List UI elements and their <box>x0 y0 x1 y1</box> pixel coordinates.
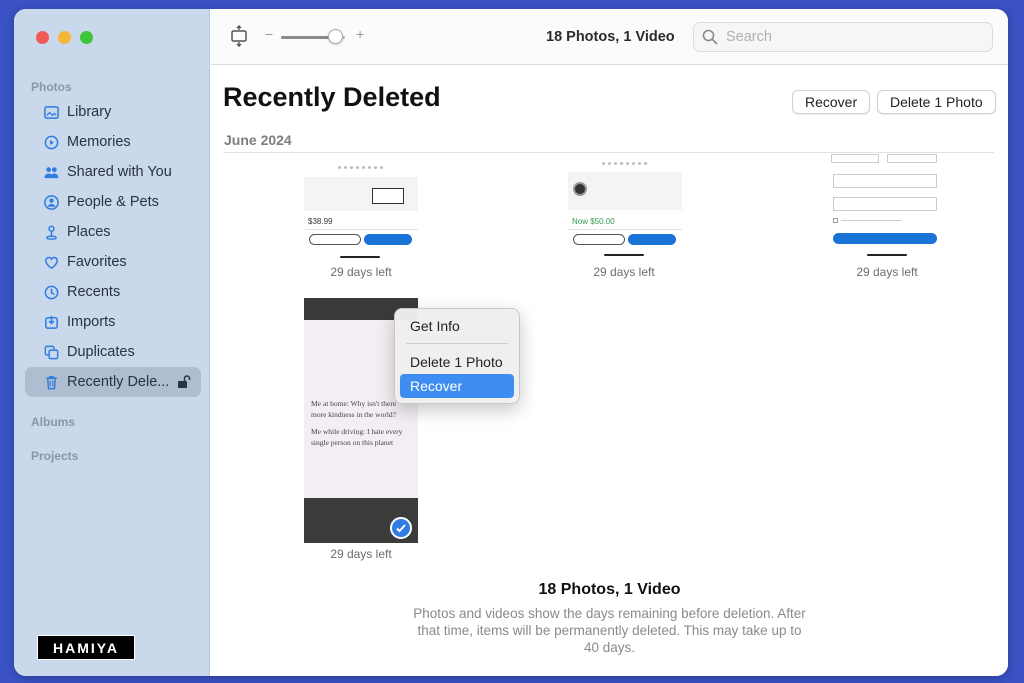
form-field <box>833 174 937 188</box>
duplicates-icon <box>42 343 60 361</box>
search-input[interactable] <box>726 29 966 45</box>
section-date: June 2024 <box>224 132 292 148</box>
add-to-cart-mini-button <box>364 234 412 245</box>
form-field <box>887 154 937 163</box>
menu-item-get-info[interactable]: Get Info <box>400 314 514 338</box>
menu-item-recover[interactable]: Recover <box>400 374 514 398</box>
days-left-caption: 29 days left <box>330 547 392 561</box>
buy-now-mini-button <box>573 234 625 245</box>
section-albums-label[interactable]: Albums <box>31 415 75 429</box>
recover-button[interactable]: Recover <box>792 90 871 114</box>
places-icon <box>42 223 60 241</box>
sidebar-item-label: Imports <box>67 314 116 330</box>
sidebar-item-label: Shared with You <box>67 164 172 180</box>
zoom-slider-fill <box>281 36 336 39</box>
sidebar-item-label: Library <box>67 104 112 120</box>
separator <box>568 229 682 230</box>
search-field[interactable] <box>693 22 993 52</box>
memories-icon <box>42 133 60 151</box>
sidebar-item-recents[interactable]: Recents <box>25 277 201 307</box>
sidebar-item-memories[interactable]: Memories <box>25 127 201 157</box>
size-option <box>372 188 404 204</box>
window-controls <box>36 31 93 44</box>
sidebar-item-label: Recently Dele... <box>67 374 170 390</box>
import-icon <box>42 313 60 331</box>
sidebar-item-label: Places <box>67 224 111 240</box>
sidebar-item-places[interactable]: Places <box>25 217 201 247</box>
footer-count: 18 Photos, 1 Video <box>538 581 681 598</box>
clock-icon <box>42 283 60 301</box>
sidebar-item-imports[interactable]: Imports <box>25 307 201 337</box>
heart-icon <box>42 253 60 271</box>
footer-description: Photos and videos show the days remainin… <box>413 606 806 655</box>
save-mini-button <box>833 233 937 244</box>
section-photos-label: Photos <box>31 80 72 94</box>
delete-photo-button[interactable]: Delete 1 Photo <box>877 90 996 114</box>
context-menu: Get Info Delete 1 Photo Recover <box>394 308 520 404</box>
minimize-button[interactable] <box>58 31 71 44</box>
home-indicator <box>604 254 644 256</box>
item-count: 18 Photos, 1 Video <box>546 29 675 45</box>
shared-icon <box>42 163 60 181</box>
unlock-icon[interactable] <box>176 374 191 389</box>
checkbox-label <box>841 220 901 221</box>
aspect-ratio-icon[interactable] <box>229 25 249 47</box>
form-field <box>833 197 937 211</box>
sidebar-item-label: Favorites <box>67 254 127 270</box>
close-button[interactable] <box>36 31 49 44</box>
sidebar-item-label: Memories <box>67 134 131 150</box>
sidebar: Photos Library Memories Shared with You <box>14 9 210 676</box>
page-title: Recently Deleted <box>223 82 441 112</box>
photo-thumbnail[interactable]: $38.99 <box>304 160 418 260</box>
sidebar-item-people-pets[interactable]: People & Pets <box>25 187 201 217</box>
menu-item-delete[interactable]: Delete 1 Photo <box>400 350 514 374</box>
post-text-2: Me while driving: I hate every single pe… <box>311 427 403 447</box>
main-content: Recently Deleted Recover Delete 1 Photo … <box>211 66 1008 676</box>
page-dots <box>602 162 647 165</box>
sidebar-item-label: Duplicates <box>67 344 135 360</box>
sidebar-item-label: People & Pets <box>67 194 159 210</box>
photo-thumbnail[interactable]: Now $50.00 <box>568 160 682 260</box>
menu-separator <box>406 343 508 344</box>
zoom-slider-thumb[interactable] <box>328 29 344 44</box>
price-text: Now $50.00 <box>572 217 615 226</box>
sidebar-item-recently-deleted[interactable]: Recently Dele... <box>25 367 201 397</box>
add-to-cart-mini-button <box>628 234 676 245</box>
days-left-caption: 29 days left <box>593 265 655 279</box>
days-left-caption: 29 days left <box>330 265 392 279</box>
buy-now-mini-button <box>309 234 361 245</box>
photo-thumbnail[interactable] <box>831 154 945 260</box>
form-field <box>831 154 879 163</box>
sidebar-item-duplicates[interactable]: Duplicates <box>25 337 201 367</box>
sidebar-nav: Library Memories Shared with You People … <box>25 97 201 397</box>
home-indicator <box>340 256 380 258</box>
zoom-out-icon[interactable]: − <box>265 26 273 42</box>
people-icon <box>42 193 60 211</box>
sidebar-item-label: Recents <box>67 284 121 300</box>
color-swatch <box>573 182 587 196</box>
home-indicator <box>867 254 907 256</box>
days-left-caption: 29 days left <box>856 265 918 279</box>
selected-checkmark-icon <box>390 517 412 539</box>
sidebar-item-favorites[interactable]: Favorites <box>25 247 201 277</box>
library-icon <box>42 103 60 121</box>
photos-window: Photos Library Memories Shared with You <box>14 9 1008 676</box>
watermark-logo: HAMIYA <box>37 635 135 660</box>
divider <box>223 152 994 153</box>
page-dots <box>338 166 383 169</box>
sidebar-item-library[interactable]: Library <box>25 97 201 127</box>
checkbox <box>833 218 838 223</box>
section-projects-label[interactable]: Projects <box>31 449 78 463</box>
trash-icon <box>42 373 60 391</box>
zoom-in-icon[interactable]: + <box>356 26 364 42</box>
separator <box>304 229 418 230</box>
sidebar-item-shared[interactable]: Shared with You <box>25 157 201 187</box>
toolbar: − + 18 Photos, 1 Video <box>211 9 1008 65</box>
price-text: $38.99 <box>308 217 333 226</box>
zoom-button[interactable] <box>80 31 93 44</box>
search-icon <box>702 29 718 45</box>
